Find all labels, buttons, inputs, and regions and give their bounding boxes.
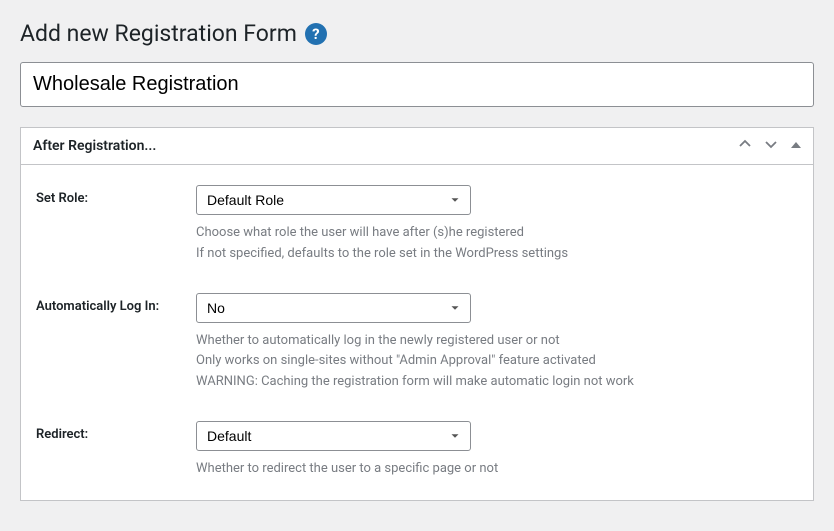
redirect-help: Whether to redirect the user to a specif… [196, 459, 798, 480]
move-down-icon[interactable] [765, 138, 777, 154]
form-name-input[interactable] [20, 62, 814, 107]
set-role-select[interactable]: Default Role [196, 185, 471, 215]
auto-login-help: Whether to automatically log in the newl… [196, 331, 798, 393]
metabox-title: After Registration... [33, 138, 156, 154]
auto-login-select[interactable]: No [196, 293, 471, 323]
auto-login-row: Automatically Log In: No Whether to auto… [36, 293, 798, 393]
collapse-icon[interactable] [791, 138, 801, 154]
metabox-header: After Registration... [21, 128, 813, 165]
redirect-row: Redirect: Default Whether to redirect th… [36, 421, 798, 480]
redirect-select[interactable]: Default [196, 421, 471, 451]
metabox-controls [739, 138, 801, 154]
page-title-text: Add new Registration Form [20, 20, 297, 47]
move-up-icon[interactable] [739, 138, 751, 154]
page-title: Add new Registration Form ? [20, 20, 814, 47]
auto-login-label: Automatically Log In: [36, 293, 196, 314]
metabox-body: Set Role: Default Role Choose what role … [21, 165, 813, 500]
redirect-label: Redirect: [36, 421, 196, 442]
set-role-help: Choose what role the user will have afte… [196, 223, 798, 265]
set-role-row: Set Role: Default Role Choose what role … [36, 185, 798, 265]
set-role-label: Set Role: [36, 185, 196, 206]
after-registration-metabox: After Registration... Set Role: Default … [20, 127, 814, 501]
help-icon[interactable]: ? [305, 23, 327, 45]
